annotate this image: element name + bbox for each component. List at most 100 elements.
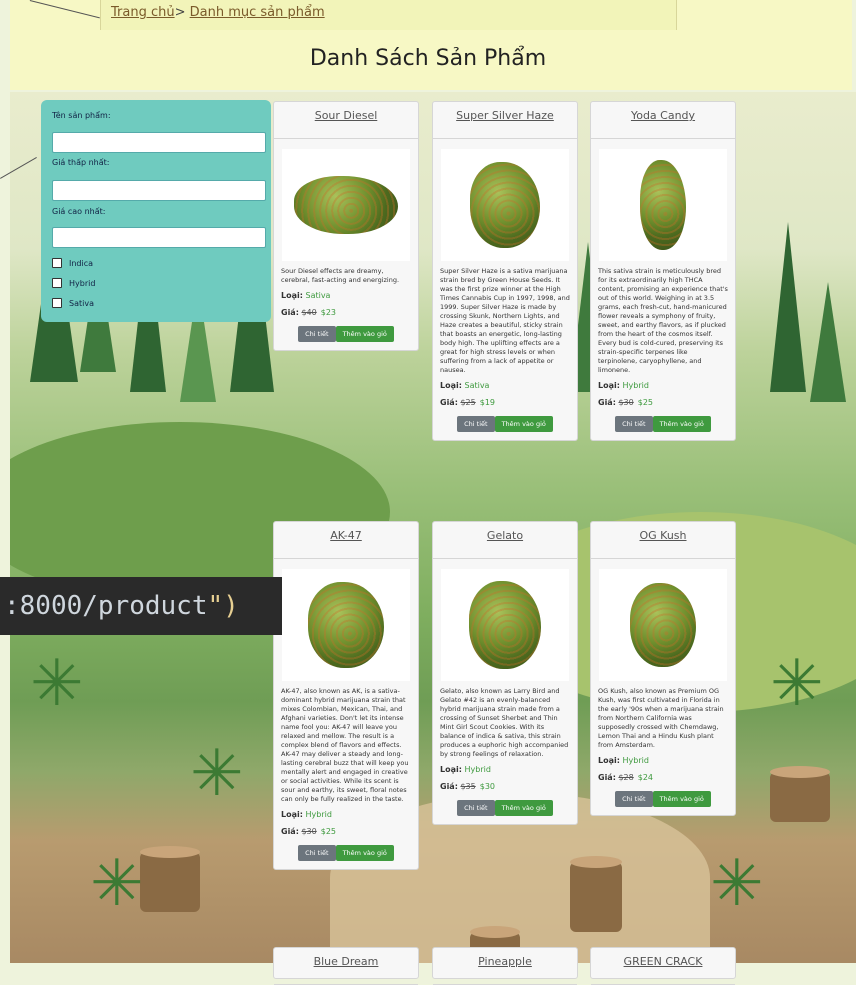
price-label: Giá:	[281, 308, 299, 317]
detail-button[interactable]: Chi tiết	[298, 326, 336, 342]
detail-button[interactable]: Chi tiết	[457, 800, 495, 816]
product-price: Giá: $30 $25	[591, 390, 735, 407]
product-card: Yoda Candy This sativa strain is meticul…	[590, 101, 736, 441]
product-image	[599, 149, 727, 261]
card-header: Gelato	[433, 522, 577, 559]
type-value: Hybrid	[622, 381, 649, 390]
detail-button[interactable]: Chi tiết	[298, 845, 336, 861]
add-to-cart-button[interactable]: Thêm vào giỏ	[335, 845, 394, 861]
product-type: Loại: Hybrid	[591, 375, 735, 390]
card-header: Blue Dream	[274, 948, 418, 985]
new-price: $19	[479, 398, 496, 407]
code-suffix: ")	[207, 591, 239, 621]
code-overlay: :8000/product")	[0, 577, 282, 635]
product-description: This sativa strain is meticulously bred …	[598, 267, 728, 374]
min-price-label: Giá thấp nhất:	[52, 158, 110, 167]
product-price: Giá: $30 $25	[274, 819, 418, 836]
add-to-cart-button[interactable]: Thêm vào giỏ	[335, 326, 394, 342]
product-type: Loại: Hybrid	[591, 750, 735, 765]
add-to-cart-button[interactable]: Thêm vào giỏ	[652, 416, 711, 432]
product-description: Sour Diesel effects are dreamy, cerebral…	[281, 267, 400, 284]
checkbox-label: Sativa	[69, 298, 94, 308]
product-name-link[interactable]: AK-47	[296, 522, 396, 543]
old-price: $25	[460, 398, 476, 407]
new-price: $23	[320, 308, 337, 317]
product-name-link[interactable]: GREEN CRACK	[613, 948, 713, 969]
product-name-link[interactable]: Sour Diesel	[296, 102, 396, 123]
product-image	[599, 569, 727, 681]
type-label: Loại:	[281, 810, 303, 819]
checkbox-label: Indica	[69, 258, 94, 268]
old-price: $30	[618, 398, 634, 407]
type-value: Sativa	[305, 291, 331, 300]
card-header: GREEN CRACK	[591, 948, 735, 985]
product-card: Super Silver Haze Super Silver Haze is a…	[432, 101, 578, 441]
product-card: AK-47 AK-47, also known as AK, is a sati…	[273, 521, 419, 870]
page-title: Danh Sách Sản Phẩm	[309, 46, 547, 71]
checkbox-box[interactable]	[52, 278, 62, 288]
detail-button[interactable]: Chi tiết	[615, 416, 653, 432]
product-image	[441, 569, 569, 681]
new-price: $25	[637, 398, 654, 407]
price-label: Giá:	[598, 398, 616, 407]
product-price: Giá: $35 $30	[433, 774, 577, 791]
product-name-label: Tên sản phẩm:	[52, 111, 111, 120]
product-type: Loại: Sativa	[274, 285, 418, 300]
type-label: Loại:	[598, 756, 620, 765]
card-header: Super Silver Haze	[433, 102, 577, 139]
price-label: Giá:	[598, 773, 616, 782]
old-price: $30	[301, 827, 317, 836]
product-card: OG Kush OG Kush, also known as Premium O…	[590, 521, 736, 816]
breadcrumb: Trang chủ> Danh mục sản phẩm	[111, 5, 325, 20]
hybrid-checkbox[interactable]: Hybrid	[52, 278, 95, 288]
product-type: Loại: Hybrid	[433, 759, 577, 774]
card-header: OG Kush	[591, 522, 735, 559]
type-value: Hybrid	[464, 765, 491, 774]
min-price-input[interactable]	[52, 180, 266, 201]
product-price: Giá: $25 $19	[433, 390, 577, 407]
type-label: Loại:	[440, 765, 462, 774]
product-name-link[interactable]: Blue Dream	[296, 948, 396, 969]
price-label: Giá:	[440, 398, 458, 407]
type-value: Hybrid	[305, 810, 332, 819]
product-image	[282, 569, 410, 681]
add-to-cart-button[interactable]: Thêm vào giỏ	[494, 416, 553, 432]
card-header: Yoda Candy	[591, 102, 735, 139]
checkbox-box[interactable]	[52, 298, 62, 308]
breadcrumb-separator: >	[174, 5, 186, 20]
breadcrumb-current-link[interactable]: Danh mục sản phẩm	[190, 5, 325, 20]
max-price-input[interactable]	[52, 227, 266, 248]
old-price: $35	[460, 782, 476, 791]
old-price: $28	[618, 773, 634, 782]
product-name-link[interactable]: Super Silver Haze	[455, 102, 555, 123]
product-name-link[interactable]: Yoda Candy	[613, 102, 713, 123]
product-price: Giá: $40 $23	[274, 300, 418, 317]
type-value: Sativa	[464, 381, 490, 390]
add-to-cart-button[interactable]: Thêm vào giỏ	[652, 791, 711, 807]
product-description: OG Kush, also known as Premium OG Kush, …	[598, 687, 724, 749]
product-type: Loại: Hybrid	[274, 804, 418, 819]
indica-checkbox[interactable]: Indica	[52, 258, 93, 268]
breadcrumb-home-link[interactable]: Trang chủ	[111, 5, 175, 20]
old-price: $40	[301, 308, 317, 317]
product-name-input[interactable]	[52, 132, 266, 153]
price-label: Giá:	[281, 827, 299, 836]
product-description: Gelato, also known as Larry Bird and Gel…	[440, 687, 569, 758]
checkbox-box[interactable]	[52, 258, 62, 268]
product-name-link[interactable]: Gelato	[455, 522, 555, 543]
sativa-checkbox[interactable]: Sativa	[52, 298, 94, 308]
product-name-link[interactable]: OG Kush	[613, 522, 713, 543]
card-header: Pineapple	[433, 948, 577, 985]
max-price-label: Giá cao nhất:	[52, 207, 106, 216]
checkbox-label: Hybrid	[69, 278, 96, 288]
code-text: :8000/product	[4, 591, 208, 621]
product-image	[282, 149, 410, 261]
product-name-link[interactable]: Pineapple	[455, 948, 555, 969]
product-card-partial: Blue Dream	[273, 947, 419, 985]
detail-button[interactable]: Chi tiết	[457, 416, 495, 432]
type-label: Loại:	[598, 381, 620, 390]
add-to-cart-button[interactable]: Thêm vào giỏ	[494, 800, 553, 816]
new-price: $30	[479, 782, 496, 791]
product-card: Sour Diesel Sour Diesel effects are drea…	[273, 101, 419, 351]
detail-button[interactable]: Chi tiết	[615, 791, 653, 807]
